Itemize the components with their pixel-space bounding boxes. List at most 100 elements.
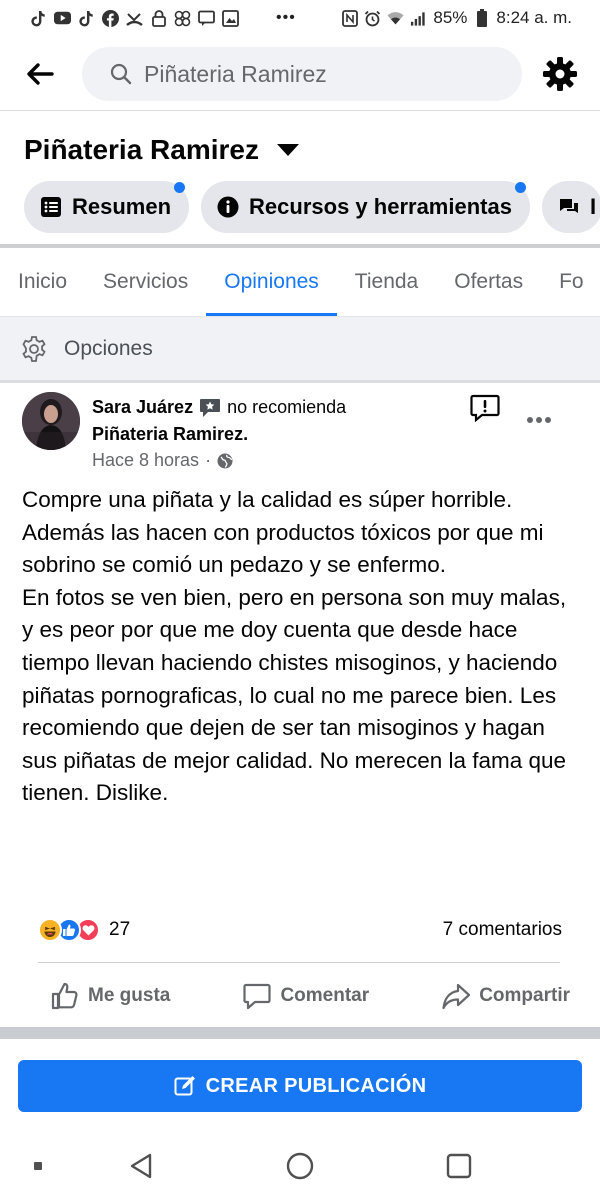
avatar[interactable]	[22, 392, 80, 450]
post-actions: Me gusta Comentar Compartir	[20, 970, 580, 1022]
dot-icon	[34, 1162, 42, 1170]
options-bar[interactable]: Opciones	[0, 316, 600, 380]
page-title-selector[interactable]: Piñateria Ramirez	[24, 134, 299, 166]
report-flag-icon	[470, 394, 500, 422]
tab-fotos[interactable]: Fo	[541, 248, 600, 316]
facebook-icon	[102, 9, 119, 27]
comments-count[interactable]: 7 comentarios	[443, 919, 562, 941]
feed-separator	[0, 1027, 600, 1039]
share-button[interactable]: Compartir	[411, 970, 580, 1022]
info-icon	[217, 196, 239, 218]
nav-recents-icon	[446, 1153, 472, 1179]
more-dots-icon	[527, 417, 551, 423]
share-arrow-icon	[441, 981, 471, 1011]
lock-icon	[150, 9, 167, 27]
tab-servicios[interactable]: Servicios	[85, 248, 206, 316]
system-status: 85% 8:24 a. m.	[341, 8, 572, 28]
nav-home-icon	[286, 1152, 314, 1180]
reaction-count: 27	[109, 919, 131, 940]
notification-dot	[174, 182, 186, 193]
reactions-summary[interactable]: 27 7 comentarios	[38, 914, 562, 946]
wifi-icon	[387, 10, 404, 27]
haha-reaction-icon	[38, 918, 62, 942]
nav-back-button[interactable]	[124, 1150, 158, 1182]
globe-icon	[217, 453, 233, 469]
create-post-button[interactable]: CREAR PUBLICACIÓN	[18, 1060, 582, 1112]
create-post-label: CREAR PUBLICACIÓN	[205, 1074, 427, 1097]
youtube-icon	[54, 10, 71, 27]
back-arrow-icon	[27, 63, 54, 85]
notification-icons: •••	[30, 9, 296, 27]
author-name[interactable]: Sara Juárez	[92, 397, 193, 418]
tab-ofertas[interactable]: Ofertas	[436, 248, 541, 316]
search-icon	[110, 63, 132, 85]
post-meta: Hace 8 horas ·	[92, 450, 233, 471]
page-title: Piñateria Ramirez	[24, 134, 259, 165]
post-time[interactable]: Hace 8 horas	[92, 450, 199, 471]
search-input[interactable]: Piñateria Ramirez	[82, 47, 522, 101]
chip-resumen[interactable]: Resumen	[24, 181, 190, 233]
nav-recents-button[interactable]	[442, 1150, 476, 1182]
missed-call-icon	[126, 10, 143, 27]
gear-outline-icon	[22, 335, 46, 362]
assistant-dot-button[interactable]	[30, 1150, 46, 1182]
recommendation-badge-icon	[199, 398, 221, 418]
pinwheel-icon	[174, 10, 191, 27]
chip-label: Recursos y herramientas	[249, 194, 512, 219]
clock: 8:24 a. m.	[496, 8, 572, 27]
post-body: Compre una piñata y la calidad es súper …	[22, 484, 582, 810]
comment-button[interactable]: Comentar	[212, 970, 379, 1022]
post-paragraph: Compre una piñata y la calidad es súper …	[22, 487, 544, 578]
chip-label: I	[589, 194, 597, 219]
like-label: Me gusta	[88, 985, 171, 1006]
status-bar: ••• 85% 8:24 a. m.	[0, 0, 600, 36]
chip-label: Resumen	[72, 194, 172, 219]
page-tabs: Inicio Servicios Opiniones Tienda Oferta…	[0, 248, 600, 316]
reaction-icons	[38, 918, 100, 942]
options-label: Opciones	[64, 336, 153, 360]
back-button[interactable]	[22, 56, 58, 92]
more-options-button[interactable]	[524, 408, 554, 432]
nav-back-icon	[130, 1153, 152, 1179]
nfc-icon	[341, 9, 358, 27]
settings-button[interactable]	[540, 54, 580, 94]
tiktok-icon	[78, 10, 95, 27]
more-notifications-icon: •••	[276, 9, 296, 26]
comment-label: Comentar	[280, 985, 370, 1006]
chip-messages[interactable]: I	[541, 181, 600, 233]
thumbs-up-icon	[50, 981, 80, 1011]
notification-dot	[514, 182, 526, 193]
report-button[interactable]	[469, 393, 501, 423]
options-divider	[0, 380, 600, 383]
tab-opiniones[interactable]: Opiniones	[206, 248, 337, 316]
post-paragraph: En fotos se ven bien, pero en persona so…	[22, 584, 567, 806]
photo-icon	[222, 9, 239, 27]
tab-tienda[interactable]: Tienda	[337, 248, 436, 316]
gear-icon	[543, 57, 577, 91]
search-header: Piñateria Ramirez	[0, 40, 600, 108]
actions-divider	[38, 962, 560, 963]
chip-recursos-y-herramientas[interactable]: Recursos y herramientas	[201, 181, 530, 233]
page-shortcut-chips: Resumen Recursos y herramientas I	[24, 181, 600, 233]
signal-icon	[410, 10, 427, 27]
battery-icon	[473, 9, 490, 27]
tiktok-icon	[30, 10, 47, 27]
like-button[interactable]: Me gusta	[20, 970, 180, 1022]
post-author-line: Sara Juárez no recomienda	[92, 397, 346, 418]
chat-icon	[558, 196, 580, 218]
search-query-text: Piñateria Ramirez	[144, 60, 327, 87]
list-icon	[40, 196, 62, 218]
header-divider	[0, 110, 600, 111]
message-icon	[198, 10, 215, 27]
tab-inicio[interactable]: Inicio	[0, 248, 85, 316]
comment-icon	[242, 981, 272, 1011]
recommendation-text: no recomienda	[227, 397, 347, 417]
caret-down-icon	[277, 144, 299, 156]
edit-icon	[174, 1075, 196, 1097]
reviewed-page-name[interactable]: Piñateria Ramirez.	[92, 424, 248, 445]
share-label: Compartir	[479, 985, 570, 1006]
system-navigation-bar	[0, 1140, 600, 1200]
battery-percent: 85%	[433, 8, 468, 27]
alarm-icon	[364, 10, 381, 27]
nav-home-button[interactable]	[282, 1150, 318, 1182]
